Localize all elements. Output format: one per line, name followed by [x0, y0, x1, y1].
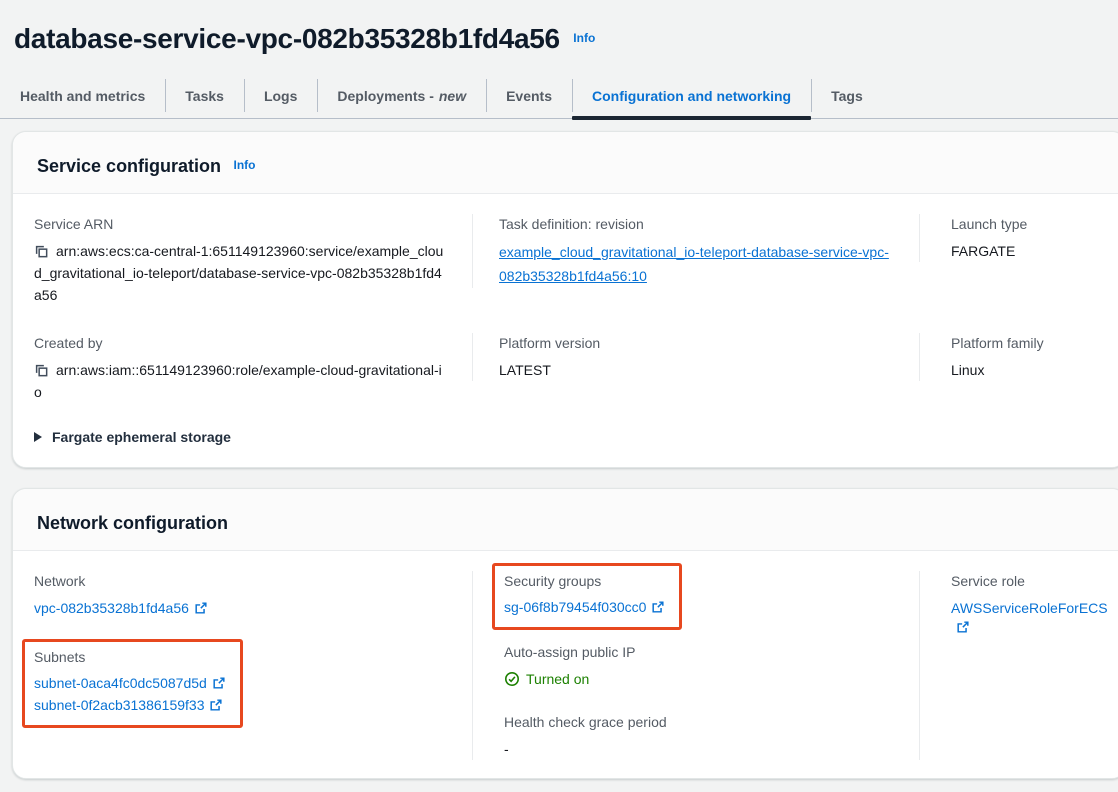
auto-assign-public-ip-field: Auto-assign public IP Turned on — [504, 642, 895, 690]
network-column: Network vpc-082b35328b1fd4a56 Subnets su… — [13, 571, 472, 760]
launch-type-label: Launch type — [951, 214, 1101, 234]
subnets-label: Subnets — [34, 647, 226, 667]
auto-assign-public-ip-status: Turned on — [504, 668, 895, 690]
network-label: Network — [34, 571, 448, 591]
service-role-column: Service role AWSServiceRoleForECS — [919, 571, 1118, 760]
task-definition-label: Task definition: revision — [499, 214, 895, 234]
subnet-link[interactable]: subnet-0f2acb31386159f33 — [34, 697, 204, 713]
copy-icon[interactable] — [34, 363, 49, 378]
health-check-grace-period-field: Health check grace period - — [504, 712, 895, 760]
page-info-link[interactable]: Info — [573, 31, 595, 45]
page-title: database-service-vpc-082b35328b1fd4a56 — [14, 23, 560, 54]
subnets-highlight-box: Subnets subnet-0aca4fc0dc5087d5d subnet-… — [22, 639, 243, 728]
network-configuration-title: Network configuration — [37, 513, 228, 533]
service-config-row-1: Service ARN arn:aws:ecs:ca-central-1:651… — [13, 214, 1118, 306]
external-link-icon — [651, 600, 665, 614]
external-link-icon — [212, 676, 226, 690]
platform-version-label: Platform version — [499, 333, 895, 353]
created-by-field: Created by arn:aws:iam::651149123960:rol… — [13, 333, 472, 403]
created-by-label: Created by — [34, 333, 448, 353]
external-link-icon — [209, 698, 223, 712]
page-header: database-service-vpc-082b35328b1fd4a56 I… — [0, 0, 1118, 56]
security-groups-highlight-box: Security groups sg-06f8b79454f030cc0 — [492, 563, 682, 630]
network-configuration-body: Network vpc-082b35328b1fd4a56 Subnets su… — [13, 551, 1118, 778]
service-configuration-header: Service configuration Info — [13, 132, 1118, 194]
external-link-icon — [956, 620, 970, 634]
fargate-ephemeral-storage-expander[interactable]: Fargate ephemeral storage — [34, 429, 1118, 445]
security-column: Security groups sg-06f8b79454f030cc0 Aut… — [472, 571, 919, 760]
platform-version-field: Platform version LATEST — [472, 333, 919, 381]
network-configuration-card: Network configuration Network vpc-082b35… — [12, 488, 1118, 779]
service-configuration-body: Service ARN arn:aws:ecs:ca-central-1:651… — [13, 194, 1118, 467]
expander-label: Fargate ephemeral storage — [52, 429, 231, 445]
service-configuration-card: Service configuration Info Service ARN a… — [12, 131, 1118, 468]
security-group-link[interactable]: sg-06f8b79454f030cc0 — [504, 599, 646, 615]
service-role-field: Service role AWSServiceRoleForECS — [951, 571, 1108, 637]
service-configuration-title: Service configuration — [37, 156, 221, 176]
tab-tags[interactable]: Tags — [811, 73, 883, 118]
created-by-value: arn:aws:iam::651149123960:role/example-c… — [34, 359, 448, 403]
tab-deployments-new-badge: new — [439, 88, 466, 104]
success-check-icon — [504, 671, 520, 687]
expander-caret-icon — [34, 432, 42, 442]
copy-icon[interactable] — [34, 244, 49, 259]
tab-deployments[interactable]: Deployments -new — [317, 73, 486, 118]
service-arn-label: Service ARN — [34, 214, 448, 234]
platform-family-value: Linux — [951, 359, 1101, 381]
launch-type-field: Launch type FARGATE — [919, 214, 1118, 262]
tab-bar: Health and metrics Tasks Logs Deployment… — [0, 73, 1118, 119]
platform-version-value: LATEST — [499, 359, 895, 381]
service-role-link[interactable]: AWSServiceRoleForECS — [951, 600, 1108, 616]
external-link-icon — [194, 601, 208, 615]
tab-events[interactable]: Events — [486, 73, 572, 118]
tab-configuration-and-networking[interactable]: Configuration and networking — [572, 73, 811, 118]
service-config-row-2: Created by arn:aws:iam::651149123960:rol… — [13, 333, 1118, 403]
vpc-link[interactable]: vpc-082b35328b1fd4a56 — [34, 600, 189, 616]
platform-family-field: Platform family Linux — [919, 333, 1118, 381]
service-configuration-info-link[interactable]: Info — [234, 158, 256, 172]
launch-type-value: FARGATE — [951, 240, 1101, 262]
auto-assign-public-ip-label: Auto-assign public IP — [504, 642, 895, 662]
health-check-grace-period-label: Health check grace period — [504, 712, 895, 732]
tab-health-and-metrics[interactable]: Health and metrics — [0, 73, 165, 118]
service-arn-value: arn:aws:ecs:ca-central-1:651149123960:se… — [34, 240, 448, 306]
network-configuration-header: Network configuration — [13, 489, 1118, 551]
task-definition-field: Task definition: revision example_cloud_… — [472, 214, 919, 288]
tab-tasks[interactable]: Tasks — [165, 73, 244, 118]
service-arn-field: Service ARN arn:aws:ecs:ca-central-1:651… — [13, 214, 472, 306]
service-role-label: Service role — [951, 571, 1108, 591]
platform-family-label: Platform family — [951, 333, 1101, 353]
security-groups-label: Security groups — [504, 571, 665, 591]
subnet-link[interactable]: subnet-0aca4fc0dc5087d5d — [34, 675, 207, 691]
network-field: Network vpc-082b35328b1fd4a56 — [34, 571, 448, 619]
tab-logs[interactable]: Logs — [244, 73, 317, 118]
task-definition-link[interactable]: example_cloud_gravitational_io-teleport-… — [499, 240, 895, 288]
health-check-grace-period-value: - — [504, 738, 895, 760]
